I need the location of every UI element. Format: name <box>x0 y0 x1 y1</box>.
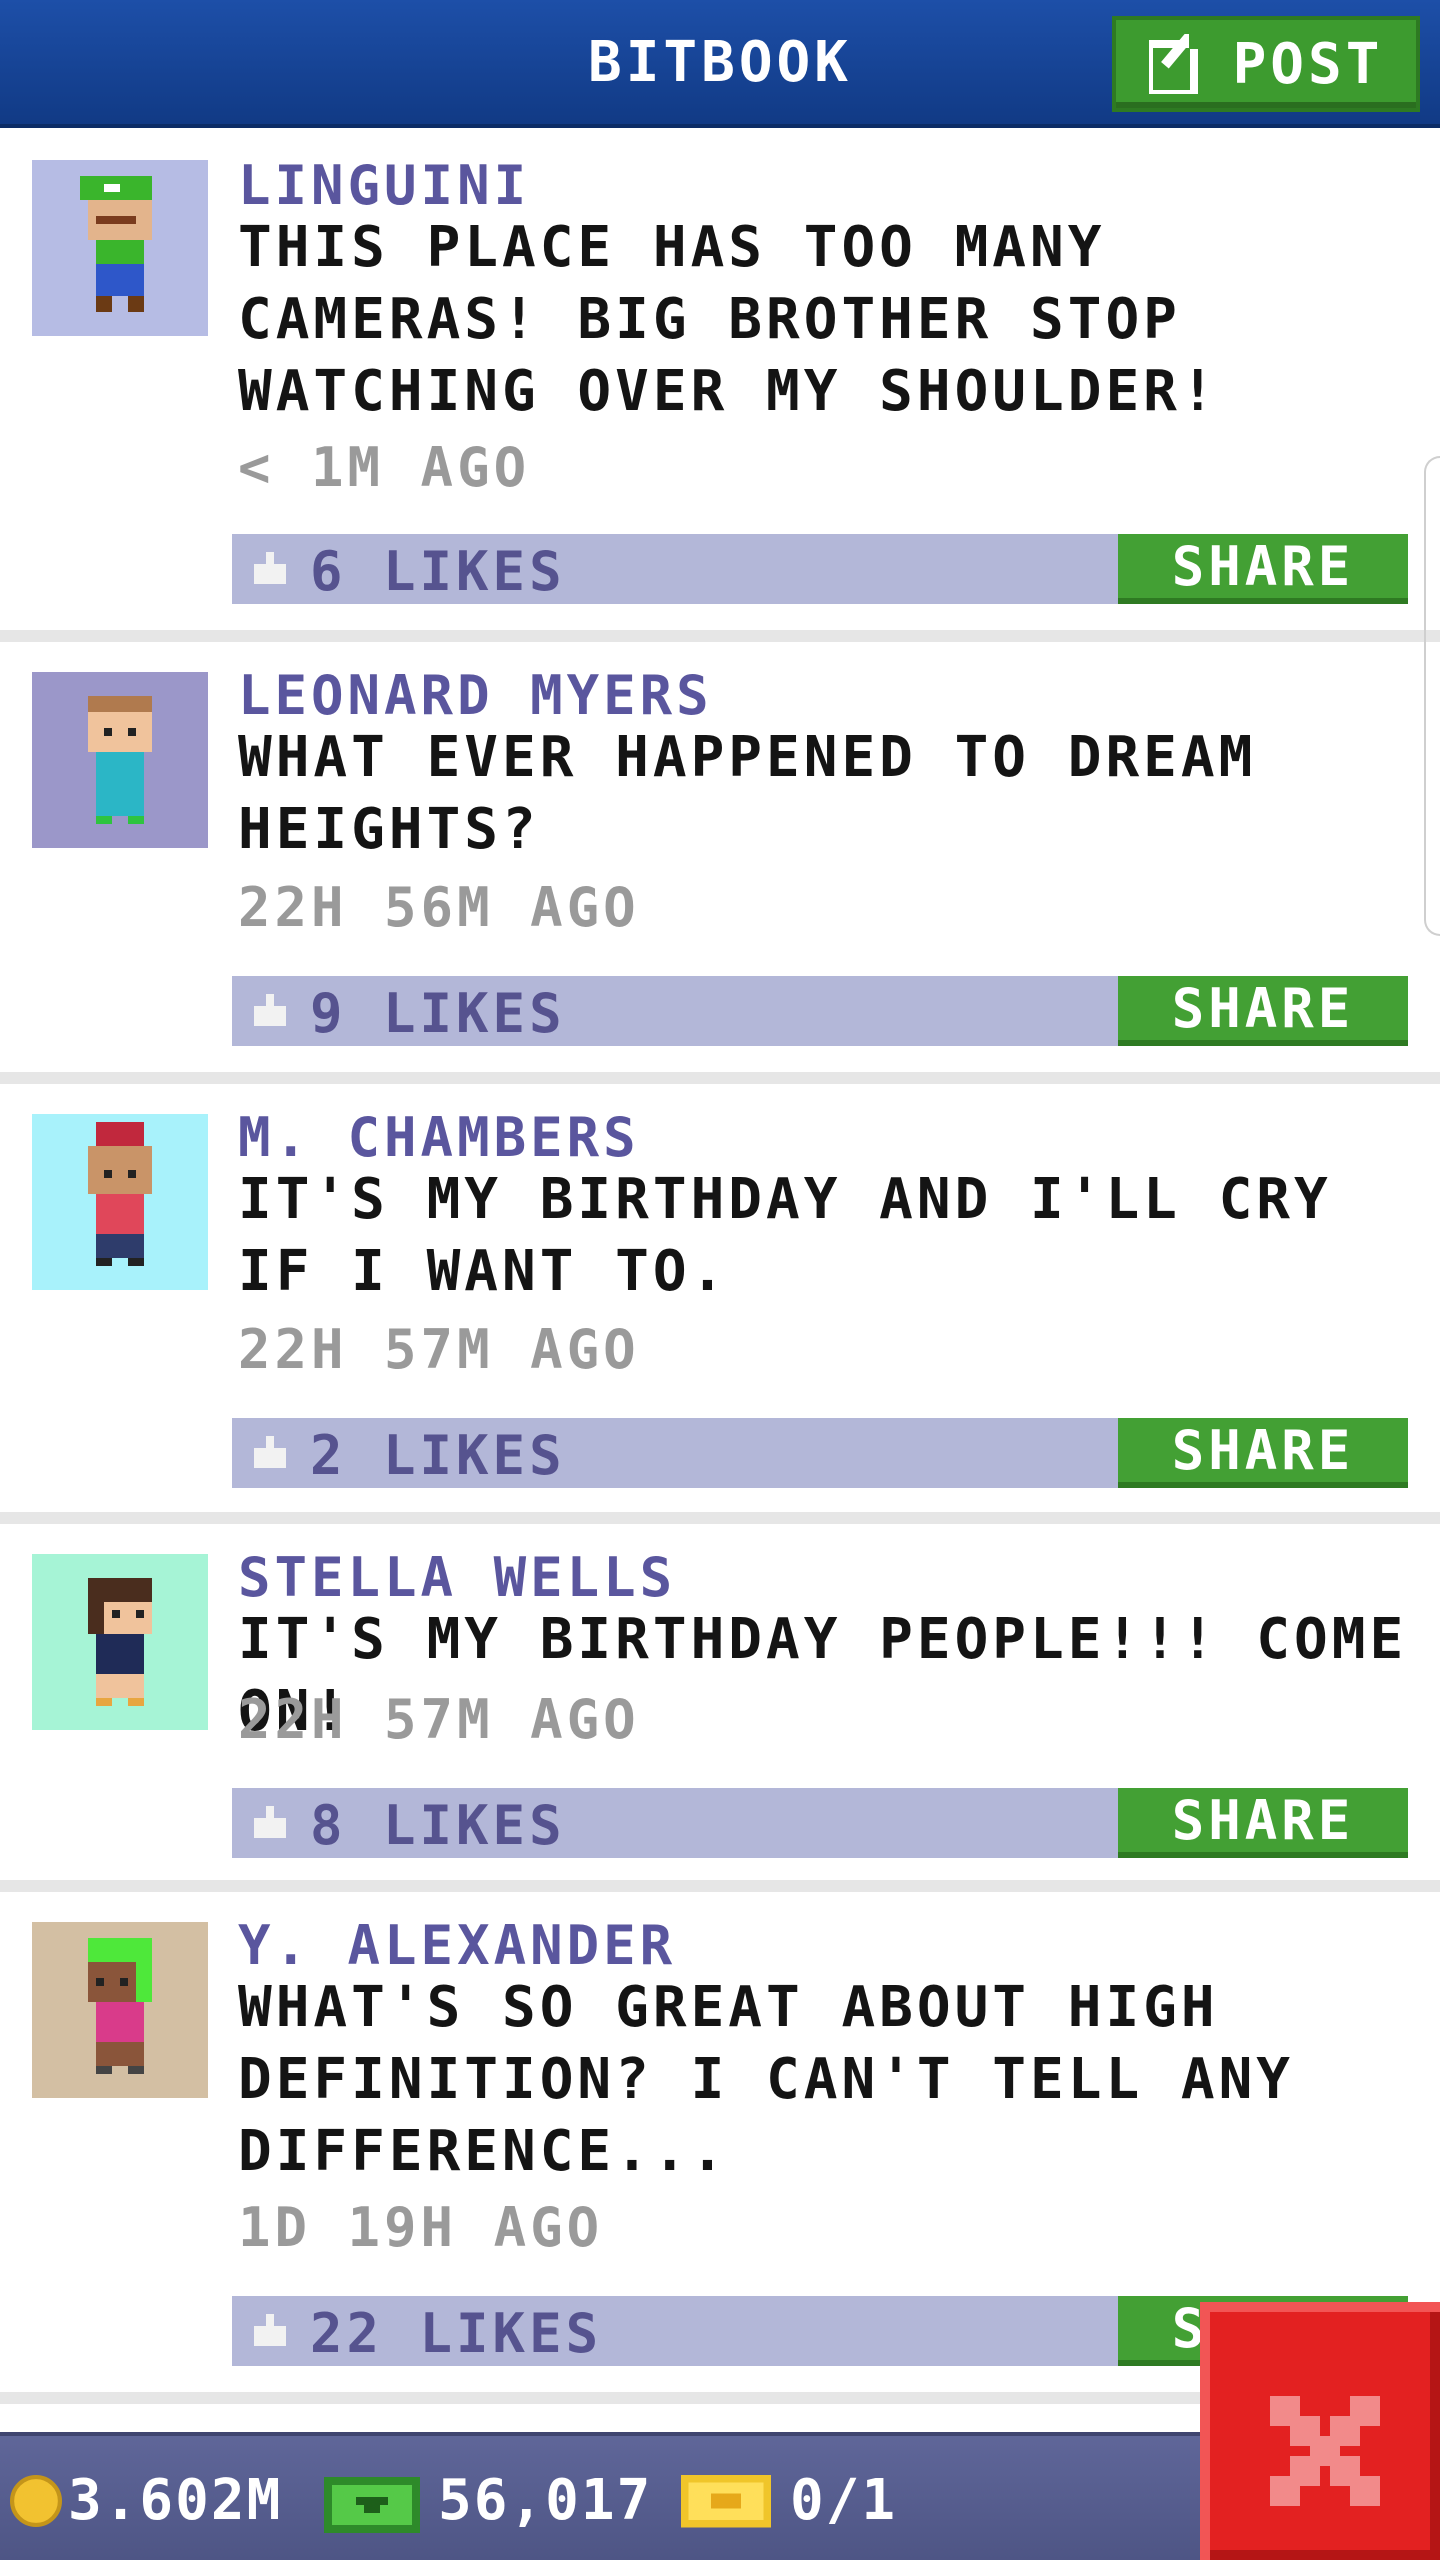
feed-post: LINGUINI THIS PLACE HAS TOO MANY CAMERAS… <box>0 132 1440 642</box>
share-button[interactable]: SHARE <box>1118 534 1408 604</box>
likes-count: 8 LIKES <box>310 1794 566 1857</box>
app-header: BITBOOK POST <box>0 0 1440 128</box>
avatar[interactable] <box>32 160 208 336</box>
bux-value: 56,017 <box>438 2468 653 2533</box>
post-button-label: POST <box>1232 31 1384 97</box>
avatar-figure <box>88 1122 152 1266</box>
post-text: WHAT'S SO GREAT ABOUT HIGH DEFINITION? I… <box>238 1975 1295 2184</box>
close-icon <box>1270 2396 1380 2506</box>
likes-count: 9 LIKES <box>310 982 566 1045</box>
post-author[interactable]: M. CHAMBERS <box>238 1106 640 1169</box>
tickets-value: 0/1 <box>790 2468 898 2533</box>
avatar-figure <box>88 1938 152 2074</box>
thumbs-up-icon[interactable] <box>250 990 290 1030</box>
post-author[interactable]: Y. ALEXANDER <box>238 1914 676 1977</box>
close-button[interactable] <box>1200 2302 1440 2560</box>
avatar[interactable] <box>32 1554 208 1730</box>
avatar[interactable] <box>32 1114 208 1290</box>
share-button[interactable]: SHARE <box>1118 1788 1408 1858</box>
likes-count: 22 LIKES <box>310 2302 603 2365</box>
thumbs-up-icon[interactable] <box>250 1802 290 1842</box>
tickets-stat: 0/1 <box>680 2468 897 2533</box>
likes-bar: 2 LIKES SHARE <box>232 1418 1408 1488</box>
coins-value: 3.602M <box>68 2468 283 2533</box>
post-time: 22H 57M AGO <box>238 1318 640 1381</box>
bux-stat: 56,017 <box>324 2468 652 2533</box>
avatar-figure <box>88 696 152 824</box>
bux-icon <box>324 2476 420 2533</box>
avatar-figure <box>88 1578 152 1706</box>
feed-post: STELLA WELLS IT'S MY BIRTHDAY PEOPLE!!! … <box>0 1524 1440 1892</box>
likes-bar: 8 LIKES SHARE <box>232 1788 1408 1858</box>
post-text: IT'S MY BIRTHDAY AND I'LL CRY IF I WANT … <box>238 1167 1332 1304</box>
post-button[interactable]: POST <box>1112 16 1420 112</box>
post-text: THIS PLACE HAS TOO MANY CAMERAS! BIG BRO… <box>238 215 1219 424</box>
scrollbar[interactable] <box>1424 456 1440 936</box>
likes-bar: 9 LIKES SHARE <box>232 976 1408 1046</box>
post-time: 22H 57M AGO <box>238 1688 640 1751</box>
post-time: 22H 56M AGO <box>238 876 640 939</box>
post-time: 1D 19H AGO <box>238 2196 604 2259</box>
share-button[interactable]: SHARE <box>1118 976 1408 1046</box>
post-author[interactable]: STELLA WELLS <box>238 1546 676 1609</box>
thumbs-up-icon[interactable] <box>250 1432 290 1472</box>
post-time: < 1M AGO <box>238 436 531 499</box>
avatar[interactable] <box>32 1922 208 2098</box>
post-author[interactable]: LEONARD MYERS <box>238 664 713 727</box>
post-author[interactable]: LINGUINI <box>238 154 530 217</box>
likes-count: 6 LIKES <box>310 540 566 603</box>
coins-stat: 3.602M <box>10 2468 282 2533</box>
edit-icon <box>1148 34 1209 94</box>
avatar[interactable] <box>32 672 208 848</box>
ticket-icon <box>681 2474 771 2527</box>
thumbs-up-icon[interactable] <box>250 548 290 588</box>
feed-post: M. CHAMBERS IT'S MY BIRTHDAY AND I'LL CR… <box>0 1084 1440 1524</box>
likes-bar: 6 LIKES SHARE <box>232 534 1408 604</box>
post-text: WHAT EVER HAPPENED TO DREAM HEIGHTS? <box>238 725 1257 862</box>
feed-post: LEONARD MYERS WHAT EVER HAPPENED TO DREA… <box>0 642 1440 1084</box>
thumbs-up-icon[interactable] <box>250 2310 290 2350</box>
likes-count: 2 LIKES <box>310 1424 566 1487</box>
share-button[interactable]: SHARE <box>1118 1418 1408 1488</box>
avatar-figure <box>80 176 152 312</box>
coin-icon <box>10 2474 62 2527</box>
